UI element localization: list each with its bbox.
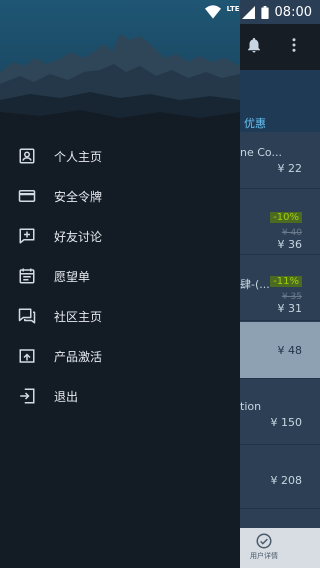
network-type: LTE: [226, 5, 240, 13]
menu-item-wishlist[interactable]: 愿望单: [0, 256, 240, 296]
status-bar: LTE 08:00: [0, 0, 320, 24]
item-name: ne Co...: [240, 146, 282, 159]
notification-bell-icon[interactable]: [243, 36, 265, 58]
menu-item-profile[interactable]: 个人主页: [0, 136, 240, 176]
upload-box-icon: [19, 349, 35, 363]
bottom-nav-account[interactable]: 用户详情: [240, 528, 320, 568]
clock: 08:00: [274, 4, 312, 20]
menu-item-logout[interactable]: 退出: [0, 376, 240, 416]
list-item[interactable]: ¥ 208: [240, 452, 320, 509]
item-price: ¥ 208: [270, 474, 303, 487]
forum-icon: [18, 308, 36, 324]
logout-icon: [20, 388, 35, 404]
store-list: ne Co... ¥ 22 -10% ¥ 40 ¥ 36 肆-(... -11%…: [240, 132, 320, 528]
battery-icon: [260, 5, 269, 19]
wifi-icon: [204, 5, 221, 19]
navigation-drawer: 个人主页 安全令牌 好友讨论 愿望单 社区主页 产品激活 退出: [0, 0, 240, 568]
list-item[interactable]: tion ¥ 150: [240, 388, 320, 445]
discount-badge: -11%: [270, 276, 302, 287]
credit-card-icon: [18, 190, 36, 202]
item-price: ¥ 22: [277, 162, 303, 175]
list-item[interactable]: ne Co... ¥ 22: [240, 132, 320, 189]
menu-item-label: 个人主页: [54, 150, 103, 164]
menu-item-label: 好友讨论: [54, 230, 103, 244]
account-box-icon: [19, 148, 35, 164]
menu-item-label: 产品激活: [54, 350, 103, 364]
item-price: ¥ 150: [270, 416, 303, 429]
menu-item-authenticator[interactable]: 安全令牌: [0, 176, 240, 216]
item-old-price: ¥ 40: [281, 228, 302, 238]
menu-item-community[interactable]: 社区主页: [0, 296, 240, 336]
menu-item-label: 安全令牌: [54, 190, 103, 204]
item-price: ¥ 48: [277, 344, 303, 357]
more-vert-icon[interactable]: [283, 36, 305, 58]
list-item[interactable]: -10% ¥ 40 ¥ 36: [240, 198, 320, 255]
check-circle-icon: [256, 533, 272, 549]
menu-item-label: 社区主页: [54, 310, 103, 324]
menu-item-label: 退出: [54, 390, 79, 404]
menu-item-label: 愿望单: [54, 270, 91, 284]
list-item[interactable]: 肆-(... -11% ¥ 35 ¥ 31: [240, 264, 320, 321]
calendar-list-icon: [19, 268, 35, 284]
discount-badge: -10%: [270, 212, 302, 223]
item-old-price: ¥ 35: [281, 292, 302, 302]
item-price: ¥ 36: [277, 238, 303, 251]
add-comment-icon: [19, 228, 35, 244]
signal-icon: [241, 5, 255, 19]
menu-item-product-activation[interactable]: 产品激活: [0, 336, 240, 376]
tab-deals[interactable]: 优惠: [244, 115, 266, 131]
item-name: tion: [240, 400, 262, 413]
item-name: 肆-(...: [240, 278, 270, 291]
list-item[interactable]: ¥ 48: [240, 322, 320, 379]
item-price: ¥ 31: [277, 302, 303, 315]
bottom-nav-label: 用户详情: [250, 552, 278, 560]
drawer-menu: 个人主页 安全令牌 好友讨论 愿望单 社区主页 产品激活 退出: [0, 136, 240, 416]
menu-item-friends-chat[interactable]: 好友讨论: [0, 216, 240, 256]
